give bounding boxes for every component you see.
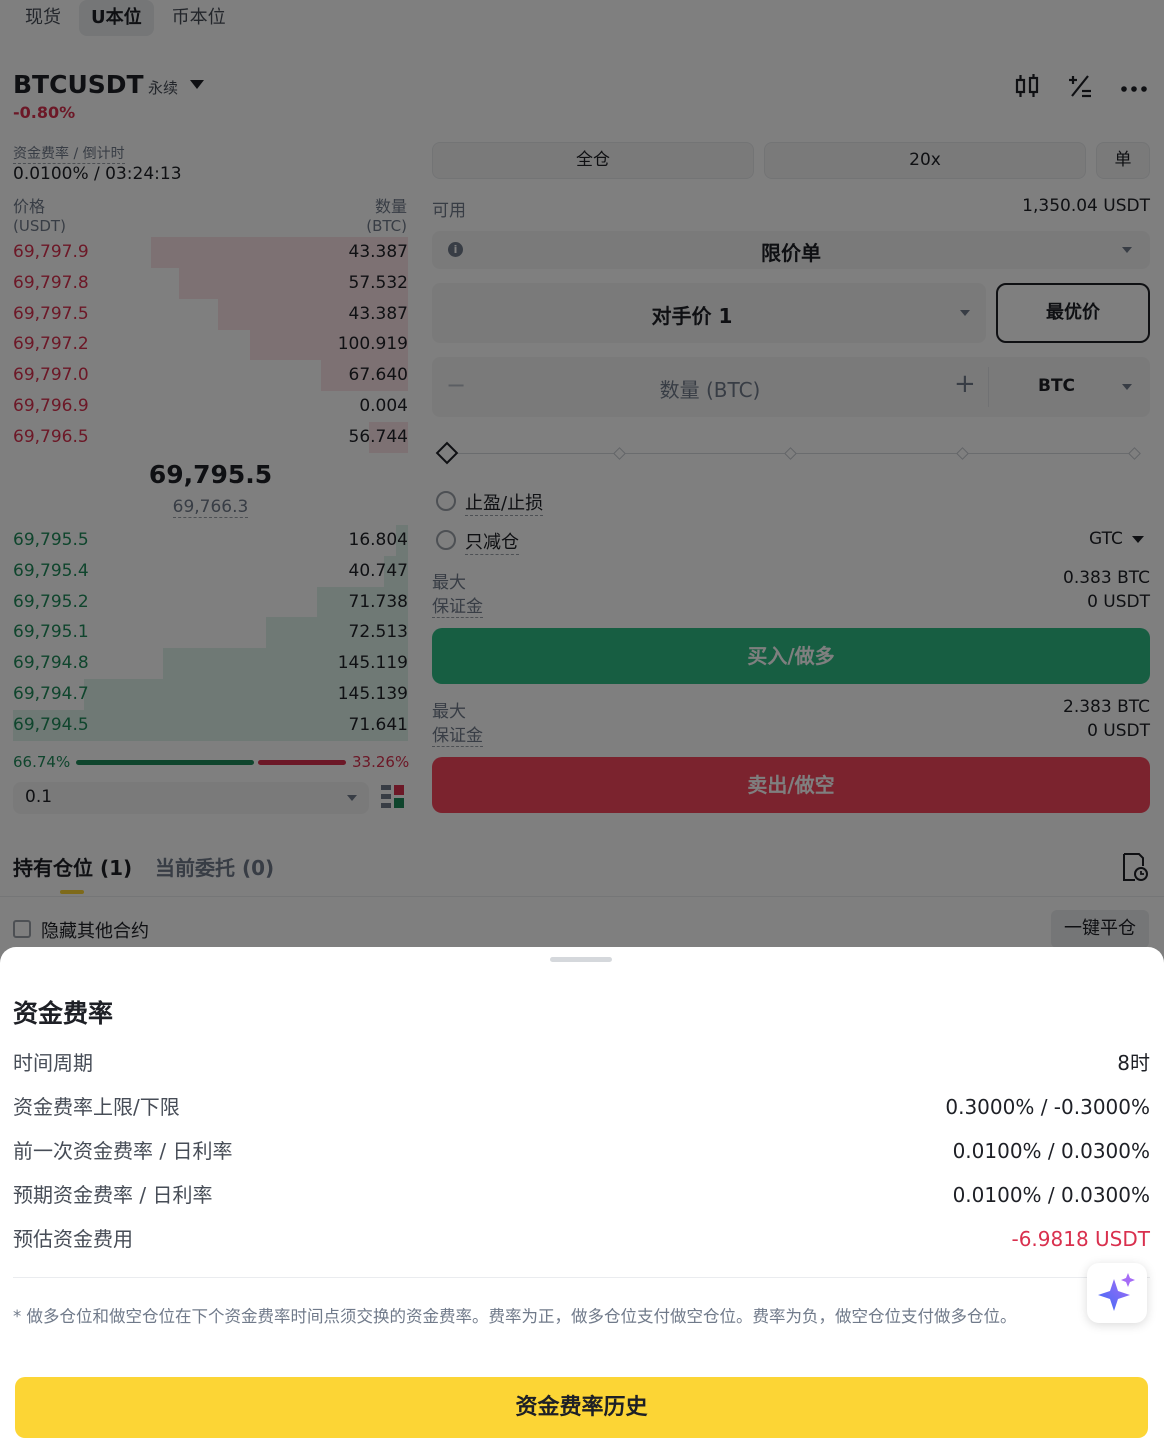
funding-note: * 做多仓位和做空仓位在下个资金费率时间点须交换的资金费率。费率为正，做多仓位支… xyxy=(13,1307,1017,1326)
funding-detail-row: 时间周期 8时 xyxy=(13,1048,1150,1078)
funding-history-button[interactable]: 资金费率历史 xyxy=(15,1377,1148,1438)
funding-detail-row: 预期资金费率 / 日利率 0.0100% / 0.0300% xyxy=(13,1180,1150,1210)
funding-detail-label: 预期资金费率 / 日利率 xyxy=(13,1183,213,1207)
funding-detail-value: 0.0100% / 0.0300% xyxy=(952,1183,1150,1207)
funding-detail-label: 预估资金费用 xyxy=(13,1227,133,1251)
ai-assistant-button[interactable] xyxy=(1087,1263,1147,1323)
funding-detail-row: 资金费率上限/下限 0.3000% / -0.3000% xyxy=(13,1092,1150,1122)
sheet-drag-handle[interactable] xyxy=(550,957,612,962)
divider xyxy=(13,1277,1150,1278)
sparkle-icon xyxy=(1098,1273,1135,1311)
funding-detail-value: -6.9818 USDT xyxy=(1011,1227,1150,1251)
funding-detail-label: 时间周期 xyxy=(13,1051,93,1075)
funding-detail-value: 8时 xyxy=(1117,1051,1150,1075)
funding-detail-row: 预估资金费用 -6.9818 USDT xyxy=(13,1224,1150,1254)
sheet-title: 资金费率 xyxy=(13,999,114,1028)
funding-detail-label: 资金费率上限/下限 xyxy=(13,1095,180,1119)
funding-detail-label: 前一次资金费率 / 日利率 xyxy=(13,1139,233,1163)
funding-detail-row: 前一次资金费率 / 日利率 0.0100% / 0.0300% xyxy=(13,1136,1150,1166)
funding-rate-sheet: 资金费率 时间周期 8时资金费率上限/下限 0.3000% / -0.3000% 前一… xyxy=(0,947,1164,1454)
funding-detail-value: 0.3000% / -0.3000% xyxy=(945,1095,1150,1119)
funding-detail-value: 0.0100% / 0.0300% xyxy=(952,1139,1150,1163)
